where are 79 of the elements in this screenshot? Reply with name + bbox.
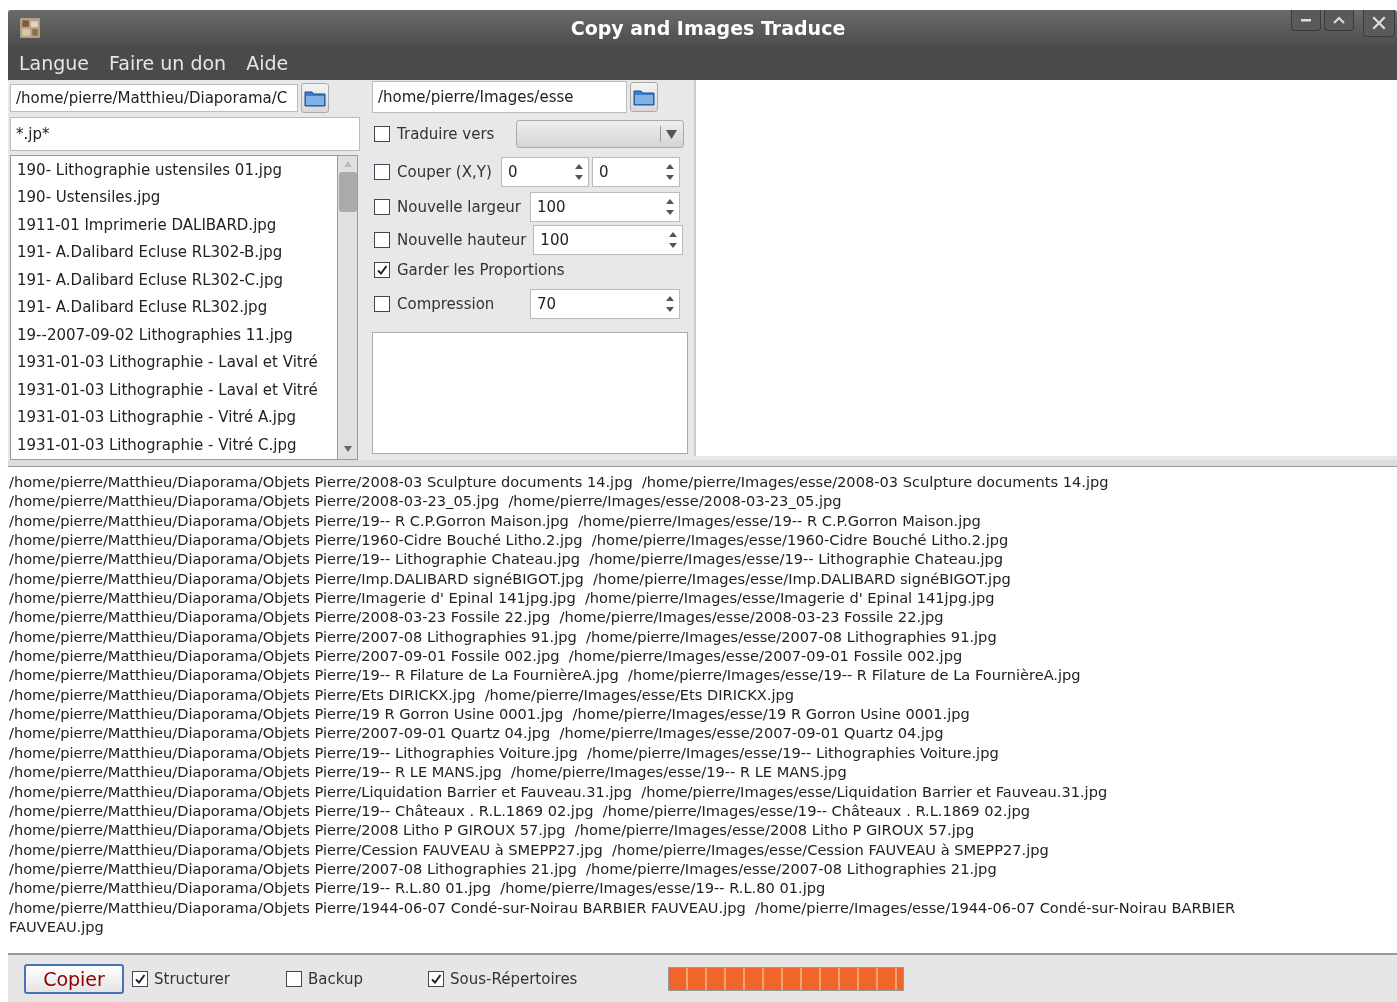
- close-button[interactable]: [1363, 10, 1395, 37]
- file-item[interactable]: 1931-01-03 Lithographie - Vitré A.jpg: [11, 404, 337, 432]
- app-icon: [19, 16, 41, 39]
- log-line: /home/pierre/Matthieu/Diaporama/Objets Pierre/Liquidation Barrier et Fauveau.31.jpg /home/pierre/Images/esse/Liquidation Barrier et Fauveau.31.jpg: [9, 781, 1109, 801]
- log-line: /home/pierre/Matthieu/Diaporama/Objets Pierre/19-- Châteaux . R.L.1869 02.jpg /home/pierre/Images/esse/19-- Châteaux . R.L.1869 02.jpg: [9, 800, 1031, 821]
- log-line: /home/pierre/Matthieu/Diaporama/Objets Pierre/19-- R LE MANS.jpg /home/pierre/Images/esse/19-- R LE MANS.jpg: [9, 762, 848, 782]
- checkbox[interactable]: [286, 970, 302, 987]
- log-line: /home/pierre/Matthieu/Diaporama/Objets Pierre/19-- Lithographie Chateau.jpg /home/pierre/Images/esse/19-- Lithographie Chateau.jpg: [9, 549, 1005, 569]
- option-label: Traduire vers: [397, 125, 495, 143]
- log-line: /home/pierre/Matthieu/Diaporama/Objets Pierre/Imagerie d' Epinal 141jpg.jpg /home/pierre/Images/esse/Imagerie d' Epinal 141jpg.jpg: [9, 588, 996, 608]
- scroll-thumb[interactable]: [338, 171, 357, 212]
- file-item[interactable]: 19--2007-09-02 Lithographies 11.jpg: [11, 321, 337, 349]
- checkbox[interactable]: [374, 295, 390, 312]
- log-line: /home/pierre/Matthieu/Diaporama/Objets Pierre/Ets DIRICKX.jpg /home/pierre/Images/esse/Ets DIRICKX.jpg: [9, 684, 795, 705]
- log-line: /home/pierre/Matthieu/Diaporama/Objets Pierre/Imp.DALIBARD signéBIGOT.jpg /home/pierre/Images/esse/Imp.DALIBARD signéBIGOT.jpg: [9, 568, 1012, 589]
- close-icon: [1371, 15, 1387, 31]
- menu-item[interactable]: Aide: [246, 51, 289, 74]
- checkbox-label: Sous-Répertoires: [450, 969, 578, 988]
- folder-icon: [633, 88, 655, 106]
- log-line: /home/pierre/Matthieu/Diaporama/Objets Pierre/2007-08 Lithographies 21.jpg /home/pierre/Images/esse/2007-08 Lithographies 21.jpg: [9, 858, 998, 879]
- file-item[interactable]: 190- Lithographie ustensiles 01.jpg: [11, 156, 337, 184]
- log-line: /home/pierre/Matthieu/Diaporama/Objets Pierre/1960-Cidre Bouché Litho.2.jpg /home/pierre/Images/esse/1960-Cidre Bouché Litho.2.jpg: [9, 530, 1010, 550]
- number-field[interactable]: 0: [501, 157, 589, 187]
- checkbox[interactable]: [428, 970, 444, 987]
- number-field[interactable]: 0: [592, 157, 680, 187]
- minimize-button[interactable]: [1291, 10, 1321, 31]
- log-line: /home/pierre/Matthieu/Diaporama/Objets Pierre/2007-09-01 Quartz 04.jpg /home/pierre/Images/esse/2007-09-01 Quartz 04.jpg: [9, 723, 945, 743]
- folder-button[interactable]: [630, 82, 658, 112]
- menu-item[interactable]: Faire un don: [109, 51, 227, 74]
- filter-field[interactable]: *.jp*: [10, 117, 360, 151]
- file-item[interactable]: 191- A.Dalibard Ecluse RL302-B.jpg: [11, 239, 337, 267]
- checkbox[interactable]: [374, 198, 390, 215]
- log-line: /home/pierre/Matthieu/Diaporama/Objets Pierre/19-- R C.P.Gorron Maison.jpg /home/pierre/Images/esse/19-- R C.P.Gorron Maison.jpg: [9, 510, 982, 531]
- log-line: /home/pierre/Matthieu/Diaporama/Objets Pierre/2008-03-23_05.jpg /home/pierre/Images/esse/2008-03-23_05.jpg: [9, 491, 843, 511]
- scrollbar[interactable]: [338, 155, 357, 459]
- checkbox-label: Structurer: [154, 969, 230, 988]
- log-line: /home/pierre/Matthieu/Diaporama/Objets Pierre/2008-03 Sculpture documents 14.jpg /home/pierre/Images/esse/2008-03 Sculpture documents 14.jpg: [9, 472, 1110, 492]
- log-line: /home/pierre/Matthieu/Diaporama/Objets Pierre/2007-09-01 Fossile 002.jpg /home/pierre/Images/esse/2007-09-01 Fossile 002.jpg: [9, 646, 964, 666]
- checkbox[interactable]: [132, 970, 148, 987]
- copy-button[interactable]: Copier: [24, 963, 124, 994]
- file-item[interactable]: 1931-01-03 Lithographie - Laval et Vitré: [11, 376, 337, 404]
- destination-path-field[interactable]: /home/pierre/Images/esse: [372, 81, 627, 113]
- number-field[interactable]: 100: [533, 224, 684, 255]
- log-line: /home/pierre/Matthieu/Diaporama/Objets Pierre/19-- R Filature de La FournièreA.jpg /home/pierre/Images/esse/19-- R Filature de La FournièreA.jpg: [9, 665, 1082, 685]
- log-line: /home/pierre/Matthieu/Diaporama/Objets Pierre/1944-06-07 Condé-sur-Noirau BARBIER FAUVEAU.jpg /home/pierre/Images/esse/1944-06-07 Condé-sur-Noirau BARBIER FAUVEAU.jpg: [9, 897, 1237, 937]
- file-item[interactable]: 191- A.Dalibard Ecluse RL302-C.jpg: [11, 266, 337, 294]
- file-item[interactable]: 191- A.Dalibard Ecluse RL302.jpg: [11, 294, 337, 322]
- caret-icon: [666, 129, 677, 139]
- file-item[interactable]: 1911-01 Imprimerie DALIBARD.jpg: [11, 211, 337, 239]
- option-label: Garder les Proportions: [397, 260, 565, 279]
- option-label: Nouvelle hauteur: [397, 230, 527, 249]
- number-field[interactable]: 70: [530, 288, 680, 319]
- scroll-down-icon[interactable]: [342, 445, 353, 453]
- log-line: /home/pierre/Matthieu/Diaporama/Objets Pierre/19-- Lithographies Voiture.jpg /home/pierre/Images/esse/19-- Lithographies Voiture.jpg: [9, 742, 1000, 763]
- file-item[interactable]: 190- Ustensiles.jpg: [11, 184, 337, 212]
- option-label: Nouvelle largeur: [397, 197, 522, 216]
- log-line: /home/pierre/Matthieu/Diaporama/Objets Pierre/2008 Litho P GIROUX 57.jpg /home/pierre/Images/esse/2008 Litho P GIROUX 57.jpg: [9, 820, 976, 840]
- log-line: /home/pierre/Matthieu/Diaporama/Objets Pierre/19 R Gorron Usine 0001.jpg /home/pierre/Images/esse/19 R Gorron Usine 0001.jpg: [9, 704, 971, 724]
- checkbox[interactable]: [374, 261, 390, 278]
- option-label: Compression: [397, 294, 495, 313]
- checkbox[interactable]: [374, 126, 390, 142]
- file-item[interactable]: 1931-01-03 Lithographie - Vitré C.jpg: [11, 431, 337, 459]
- file-item[interactable]: 1931-01-03 Lithographie - Laval et Vitré: [11, 349, 337, 377]
- checkbox-label: Backup: [308, 969, 363, 988]
- log-line: /home/pierre/Matthieu/Diaporama/Objets Pierre/2007-08 Lithographies 91.jpg /home/pierre/Images/esse/2007-08 Lithographies 91.jpg: [9, 626, 998, 647]
- checkbox[interactable]: [374, 231, 390, 248]
- splitter-handle[interactable]: [8, 460, 1397, 467]
- menu-item[interactable]: Langue: [19, 51, 90, 74]
- folder-button[interactable]: [301, 83, 329, 113]
- option-label: Couper (X,Y): [397, 163, 492, 181]
- window-title: Copy and Images Traduce: [570, 16, 847, 39]
- log-line: /home/pierre/Matthieu/Diaporama/Objets Pierre/19-- R.L.80 01.jpg /home/pierre/Images/esse/19-- R.L.80 01.jpg: [9, 878, 827, 898]
- maximize-button[interactable]: [1324, 10, 1354, 31]
- folder-icon: [304, 89, 326, 107]
- source-path-field[interactable]: /home/pierre/Matthieu/Diaporama/C: [10, 84, 298, 112]
- log-line: /home/pierre/Matthieu/Diaporama/Objets Pierre/Cession FAUVEAU à SMEPP27.jpg /home/pierre/Images/esse/Cession FAUVEAU à SMEPP27.jpg: [9, 839, 1050, 859]
- number-field[interactable]: 100: [530, 191, 680, 222]
- log-line: /home/pierre/Matthieu/Diaporama/Objets Pierre/2008-03-23 Fossile 22.jpg /home/pierre/Images/esse/2008-03-23 Fossile 22.jpg: [9, 607, 945, 627]
- checkbox[interactable]: [374, 164, 390, 180]
